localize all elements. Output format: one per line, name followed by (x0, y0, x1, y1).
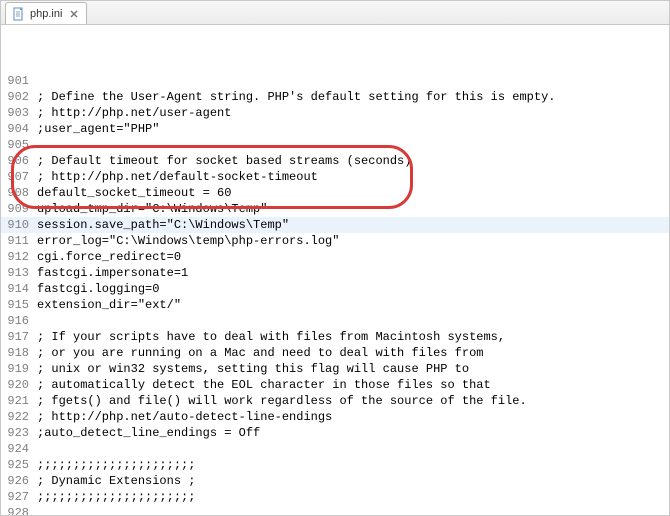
code-line[interactable]: 909upload_tmp_dir="C:\Windows\Temp" (1, 201, 669, 217)
line-number: 924 (1, 441, 33, 457)
code-area[interactable]: 901902; Define the User-Agent string. PH… (1, 25, 669, 515)
code-line[interactable]: 922; http://php.net/auto-detect-line-end… (1, 409, 669, 425)
line-number: 914 (1, 281, 33, 297)
line-number: 925 (1, 457, 33, 473)
line-text: ; http://php.net/default-socket-timeout (33, 169, 318, 185)
line-number: 918 (1, 345, 33, 361)
line-number: 903 (1, 105, 33, 121)
line-text: ;;;;;;;;;;;;;;;;;;;;;; (33, 457, 195, 473)
line-text: error_log="C:\Windows\temp\php-errors.lo… (33, 233, 339, 249)
line-text: session.save_path="C:\Windows\Temp" (33, 217, 289, 233)
tab-php-ini[interactable]: php.ini (5, 2, 87, 24)
code-line[interactable]: 902; Define the User-Agent string. PHP's… (1, 89, 669, 105)
code-line[interactable]: 924 (1, 441, 669, 457)
code-line[interactable]: 915extension_dir="ext/" (1, 297, 669, 313)
line-number: 905 (1, 137, 33, 153)
line-number: 906 (1, 153, 33, 169)
line-number: 902 (1, 89, 33, 105)
code-line[interactable]: 911error_log="C:\Windows\temp\php-errors… (1, 233, 669, 249)
line-text: fastcgi.impersonate=1 (33, 265, 188, 281)
tab-bar: php.ini (1, 1, 669, 25)
line-text: ; http://php.net/user-agent (33, 105, 231, 121)
line-text: ; Define the User-Agent string. PHP's de… (33, 89, 555, 105)
line-text: ; http://php.net/auto-detect-line-ending… (33, 409, 332, 425)
code-line[interactable]: 919; unix or win32 systems, setting this… (1, 361, 669, 377)
line-number: 923 (1, 425, 33, 441)
line-number: 928 (1, 505, 33, 515)
line-text: ; Dynamic Extensions ; (33, 473, 195, 489)
line-text: fastcgi.logging=0 (33, 281, 159, 297)
line-text: upload_tmp_dir="C:\Windows\Temp" (33, 201, 267, 217)
code-line[interactable]: 913fastcgi.impersonate=1 (1, 265, 669, 281)
code-line[interactable]: 925;;;;;;;;;;;;;;;;;;;;;; (1, 457, 669, 473)
code-line[interactable]: 906; Default timeout for socket based st… (1, 153, 669, 169)
code-line[interactable]: 928 (1, 505, 669, 515)
line-text: ;;;;;;;;;;;;;;;;;;;;;; (33, 489, 195, 505)
line-text: ; Default timeout for socket based strea… (33, 153, 411, 169)
line-number: 910 (1, 217, 33, 233)
line-number: 909 (1, 201, 33, 217)
code-line[interactable]: 914fastcgi.logging=0 (1, 281, 669, 297)
line-number: 922 (1, 409, 33, 425)
code-line[interactable]: 910session.save_path="C:\Windows\Temp" (1, 217, 669, 233)
code-line[interactable]: 920; automatically detect the EOL charac… (1, 377, 669, 393)
code-line[interactable]: 926; Dynamic Extensions ; (1, 473, 669, 489)
editor-window: php.ini 901902; Define the User-Agent st… (0, 0, 670, 516)
line-text: ; or you are running on a Mac and need t… (33, 345, 483, 361)
code-line[interactable]: 912cgi.force_redirect=0 (1, 249, 669, 265)
line-number: 907 (1, 169, 33, 185)
line-text: default_socket_timeout = 60 (33, 185, 231, 201)
code-line[interactable]: 901 (1, 73, 669, 89)
code-line[interactable]: 916 (1, 313, 669, 329)
line-number: 916 (1, 313, 33, 329)
line-text: cgi.force_redirect=0 (33, 249, 181, 265)
tab-label: php.ini (30, 8, 62, 20)
line-text: ;user_agent="PHP" (33, 121, 159, 137)
code-line[interactable]: 904;user_agent="PHP" (1, 121, 669, 137)
line-number: 927 (1, 489, 33, 505)
line-text: ; unix or win32 systems, setting this fl… (33, 361, 469, 377)
line-number: 926 (1, 473, 33, 489)
line-number: 921 (1, 393, 33, 409)
line-number: 908 (1, 185, 33, 201)
line-number: 911 (1, 233, 33, 249)
close-icon[interactable] (68, 8, 80, 20)
line-number: 917 (1, 329, 33, 345)
line-number: 901 (1, 73, 33, 89)
line-text: ; fgets() and file() will work regardles… (33, 393, 527, 409)
line-number: 915 (1, 297, 33, 313)
line-number: 912 (1, 249, 33, 265)
code-line[interactable]: 921; fgets() and file() will work regard… (1, 393, 669, 409)
code-line[interactable]: 907; http://php.net/default-socket-timeo… (1, 169, 669, 185)
code-line[interactable]: 908default_socket_timeout = 60 (1, 185, 669, 201)
code-line[interactable]: 905 (1, 137, 669, 153)
code-line[interactable]: 918; or you are running on a Mac and nee… (1, 345, 669, 361)
file-icon (12, 7, 26, 21)
code-line[interactable]: 903; http://php.net/user-agent (1, 105, 669, 121)
line-text: extension_dir="ext/" (33, 297, 181, 313)
line-text: ; If your scripts have to deal with file… (33, 329, 505, 345)
code-line[interactable]: 923;auto_detect_line_endings = Off (1, 425, 669, 441)
line-text: ;auto_detect_line_endings = Off (33, 425, 260, 441)
code-line[interactable]: 927;;;;;;;;;;;;;;;;;;;;;; (1, 489, 669, 505)
line-number: 919 (1, 361, 33, 377)
line-number: 904 (1, 121, 33, 137)
line-number: 913 (1, 265, 33, 281)
line-text: ; automatically detect the EOL character… (33, 377, 491, 393)
code-line[interactable]: 917; If your scripts have to deal with f… (1, 329, 669, 345)
line-number: 920 (1, 377, 33, 393)
